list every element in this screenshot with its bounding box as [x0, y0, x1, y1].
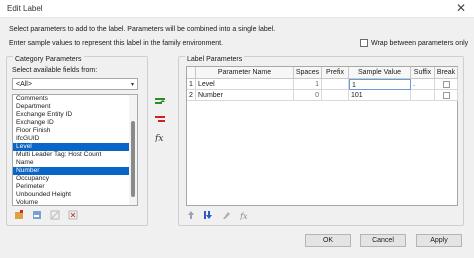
edit-parameter-disabled-icon[interactable]	[50, 210, 60, 220]
ok-button[interactable]: OK	[305, 234, 351, 247]
list-item[interactable]: Number	[13, 167, 137, 175]
left-bottom-toolbar	[14, 210, 78, 220]
list-item[interactable]: Exchange ID	[13, 119, 137, 127]
new-parameter-icon[interactable]	[14, 210, 24, 220]
category-parameters-title: Category Parameters	[13, 56, 84, 63]
add-parameter-icon[interactable]	[155, 96, 165, 106]
list-item[interactable]: Occupancy	[13, 175, 137, 183]
column-header[interactable]: Prefix	[322, 67, 349, 79]
prefix-cell[interactable]	[322, 90, 349, 101]
move-down-icon[interactable]	[204, 210, 214, 220]
category-select-value: <All>	[16, 81, 32, 88]
list-item[interactable]: Floor Finish	[13, 127, 137, 135]
list-item[interactable]: IfcGUID	[13, 135, 137, 143]
apply-button[interactable]: Apply	[416, 234, 462, 247]
list-item[interactable]: Exchange Entity ID	[13, 111, 137, 119]
row-number: 2	[187, 90, 196, 101]
right-bottom-toolbar: fx	[186, 210, 250, 220]
sample-value-cell[interactable]: 1	[349, 79, 411, 90]
suffix-cell[interactable]	[411, 90, 435, 101]
available-fields-list[interactable]: Comments Department Exchange Entity ID Exch…	[12, 94, 138, 206]
spaces-cell[interactable]: 1	[294, 79, 322, 90]
list-item[interactable]: Unbounded Height	[13, 191, 137, 199]
chevron-down-icon[interactable]: ▾	[131, 81, 134, 88]
description-line-1: Select parameters to add to the label. P…	[9, 26, 276, 33]
formula-icon[interactable]: fx	[240, 210, 250, 220]
delete-parameter-icon[interactable]	[68, 210, 78, 220]
break-checkbox[interactable]	[443, 81, 450, 88]
scroll-thumb[interactable]	[131, 121, 135, 197]
window-title: Edit Label	[7, 4, 43, 13]
list-scrollbar[interactable]	[129, 95, 137, 205]
wrap-checkbox-label: Wrap between parameters only	[371, 39, 469, 47]
edit-parameter-icon[interactable]	[32, 210, 42, 220]
list-item[interactable]: Comments	[13, 95, 137, 103]
row-number: 1	[187, 79, 196, 90]
category-select[interactable]: <All> ▾	[12, 78, 138, 90]
column-header[interactable]: Parameter Name	[196, 67, 294, 79]
wrap-checkbox[interactable]	[360, 39, 368, 47]
fields-label: Select available fields from:	[12, 67, 98, 74]
break-cell[interactable]	[435, 79, 458, 90]
svg-text:fx: fx	[240, 212, 248, 220]
column-header[interactable]: Sample Value	[349, 67, 411, 79]
sample-value-cell[interactable]: 101	[349, 90, 411, 101]
cancel-button[interactable]: Cancel	[360, 234, 406, 247]
list-item[interactable]: Volume	[13, 199, 137, 205]
close-icon[interactable]: ✕	[456, 1, 466, 15]
edit-format-icon[interactable]	[222, 210, 232, 220]
svg-text:fx: fx	[155, 134, 163, 142]
column-header[interactable]: Suffix	[411, 67, 435, 79]
list-item[interactable]: Multi Leader Tag: Host Count	[13, 151, 137, 159]
remove-parameter-icon[interactable]	[155, 114, 165, 124]
spaces-cell[interactable]: 0	[294, 90, 322, 101]
wrap-checkbox-row[interactable]: Wrap between parameters only	[360, 39, 468, 47]
parameter-name-cell[interactable]: Number	[196, 90, 294, 101]
label-parameters-table[interactable]: Parameter Name Spaces Prefix Sample Value Su…	[186, 66, 458, 206]
description-line-2: Enter sample values to represent this la…	[9, 40, 223, 47]
title-bar: Edit Label ✕	[0, 0, 474, 18]
list-item[interactable]: Name	[13, 159, 137, 167]
parameter-name-cell[interactable]: Level	[196, 79, 294, 90]
break-cell[interactable]	[435, 90, 458, 101]
list-item[interactable]: Perimeter	[13, 183, 137, 191]
suffix-cell[interactable]: .	[411, 79, 435, 90]
column-header[interactable]: Spaces	[294, 67, 322, 79]
label-parameters-title: Label Parameters	[185, 56, 245, 63]
list-item[interactable]: Level	[13, 143, 137, 151]
column-header[interactable]: Break	[435, 67, 458, 79]
row-header-corner	[187, 67, 196, 79]
fx-icon[interactable]: fx	[155, 132, 165, 142]
move-buttons: fx	[155, 96, 165, 142]
break-checkbox[interactable]	[443, 92, 450, 99]
prefix-cell[interactable]	[322, 79, 349, 90]
move-up-icon[interactable]	[186, 210, 196, 220]
list-item[interactable]: Department	[13, 103, 137, 111]
